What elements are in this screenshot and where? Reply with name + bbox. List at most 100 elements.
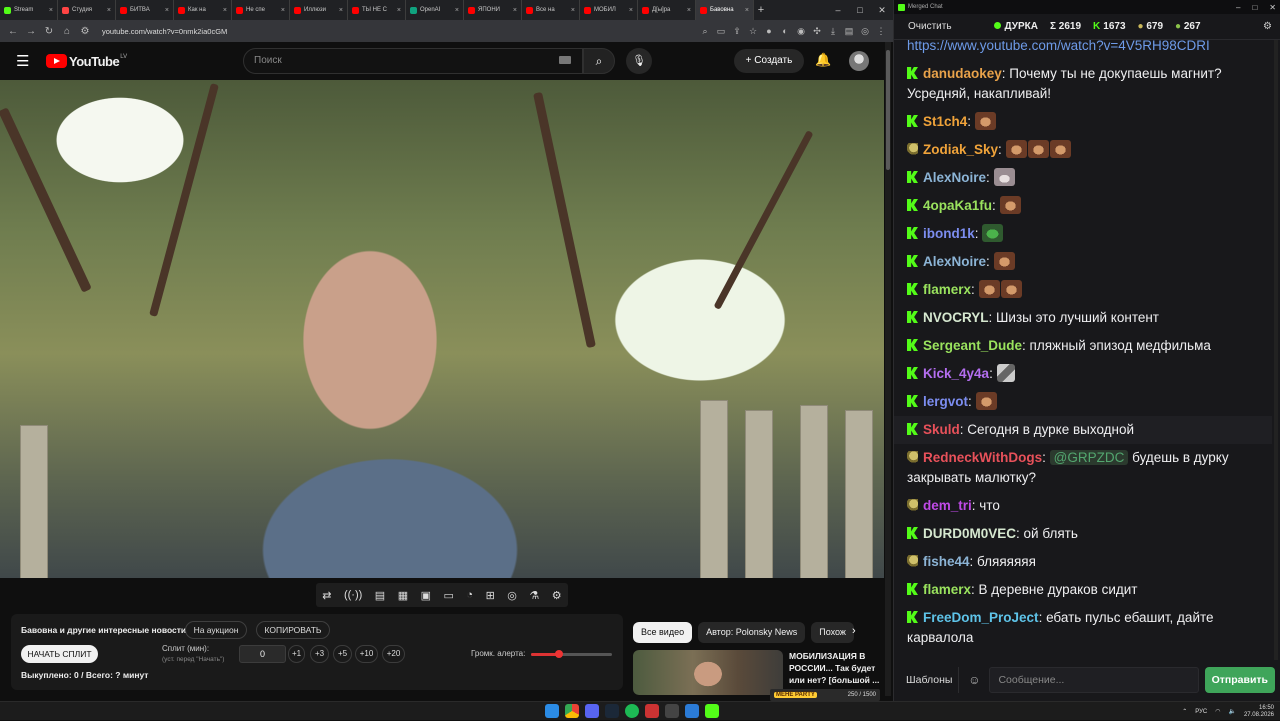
create-button[interactable]: + Создать — [734, 49, 804, 73]
emote-pepe-icon[interactable] — [982, 224, 1004, 242]
volume-icon[interactable]: 🔈 — [1228, 708, 1235, 715]
chat-message[interactable]: Kick_4y4a: — [907, 360, 1262, 388]
emote-face-icon[interactable] — [1005, 140, 1027, 158]
chat-username[interactable]: AlexNoire — [923, 170, 986, 185]
increment-button[interactable]: +3 — [310, 645, 329, 663]
chat-username[interactable]: St1ch4 — [923, 114, 967, 129]
flask-icon[interactable]: ⚗ — [529, 589, 539, 602]
tab-close-icon[interactable]: × — [453, 7, 459, 14]
browser-tab[interactable]: Как на × — [174, 0, 232, 20]
emote-face-icon[interactable] — [975, 392, 997, 410]
clip-icon[interactable]: ▦ — [398, 589, 408, 602]
chat-username[interactable]: DURD0M0VEC — [923, 526, 1016, 541]
emote-face-icon[interactable] — [1027, 140, 1049, 158]
tab-close-icon[interactable]: × — [395, 7, 401, 14]
chat-message[interactable]: flamerx: В деревне дураков сидит — [907, 576, 1262, 604]
search-input[interactable]: Поиск — [243, 48, 583, 74]
tab-close-icon[interactable]: × — [569, 7, 575, 14]
emote-face-icon[interactable] — [974, 112, 996, 130]
emote-face-icon[interactable] — [978, 280, 1000, 298]
chat-link[interactable]: https://www.youtube.com/watch?v=4V5RH98C… — [907, 38, 1210, 53]
speed-icon[interactable]: ◔ — [466, 589, 473, 601]
chat-username[interactable]: flamerx — [923, 282, 971, 297]
back-icon[interactable]: ← — [4, 26, 22, 37]
emote-cube-icon[interactable] — [996, 364, 1015, 382]
emote-face-icon[interactable] — [999, 196, 1021, 214]
kick-icon[interactable] — [705, 704, 719, 718]
page-scrollbar[interactable] — [885, 42, 891, 696]
search-button[interactable]: ⌕ — [583, 48, 615, 74]
app-icon[interactable] — [665, 704, 679, 718]
minimize-icon[interactable]: – — [827, 5, 849, 16]
chat-message[interactable]: FreeDom_ProJect: ебать пульс ебашит, дай… — [907, 604, 1262, 652]
forward-icon[interactable]: → — [22, 26, 40, 37]
chat-username[interactable]: ibond1k — [923, 226, 975, 241]
youtube-logo[interactable]: YouTube LV — [46, 54, 127, 69]
keyboard-icon[interactable] — [559, 56, 571, 64]
close-icon[interactable]: ✕ — [1269, 3, 1276, 12]
browser-tab[interactable]: Бавовна × — [696, 0, 754, 20]
start-split-button[interactable]: НАЧАТЬ СПЛИТ — [21, 645, 98, 663]
chat-message[interactable]: Sergeant_Dude: пляжный эпизод медфильма — [907, 332, 1262, 360]
maximize-icon[interactable]: □ — [849, 5, 871, 16]
settings-gear-icon[interactable]: ⚙ — [1263, 21, 1272, 32]
tab-close-icon[interactable]: × — [221, 7, 227, 14]
video-player[interactable] — [0, 80, 884, 578]
profile-icon[interactable]: ◎ — [857, 26, 873, 37]
tab-close-icon[interactable]: × — [163, 7, 169, 14]
browser-tab[interactable]: OpenAI × — [406, 0, 464, 20]
chat-username[interactable]: Kick_4y4a — [923, 366, 989, 381]
chat-username[interactable]: flamerx — [923, 582, 971, 597]
chip-all-videos[interactable]: Все видео — [633, 622, 693, 643]
download-icon[interactable]: ⤓ — [825, 26, 841, 37]
chat-username[interactable]: FreeDom_ProJect — [923, 610, 1039, 625]
steam-icon[interactable] — [605, 704, 619, 718]
chat-message[interactable]: RedneckWithDogs: @GRPZDC будешь в дурку … — [907, 444, 1262, 492]
site-info-icon[interactable]: ⚙ — [76, 26, 94, 37]
chat-message[interactable]: AlexNoire: — [907, 164, 1262, 192]
browser-tab[interactable]: Студия × — [58, 0, 116, 20]
emote-face-icon[interactable] — [1000, 280, 1022, 298]
send-button[interactable]: Отправить — [1204, 667, 1275, 693]
chrome-icon[interactable] — [565, 704, 579, 718]
chat-mention[interactable]: @GRPZDC — [1049, 450, 1129, 465]
tab-close-icon[interactable]: × — [337, 7, 343, 14]
templates-button[interactable]: Шаблоны — [900, 667, 960, 693]
tray-arrow-icon[interactable]: ⌃ — [1182, 708, 1187, 715]
share-icon[interactable]: ⇪ — [729, 26, 745, 37]
wifi-icon[interactable]: ◠ — [1215, 708, 1220, 715]
extension-icon[interactable]: ● — [761, 26, 777, 36]
home-icon[interactable]: ⌂ — [58, 26, 76, 37]
tab-close-icon[interactable]: × — [743, 7, 749, 14]
maximize-icon[interactable]: □ — [1252, 3, 1257, 12]
browser-tab[interactable]: Не спе × — [232, 0, 290, 20]
chat-username[interactable]: danudaokey — [923, 66, 1002, 81]
loop-icon[interactable]: ⇄ — [322, 589, 331, 602]
puzzle-icon[interactable]: ✣ — [809, 26, 825, 37]
close-icon[interactable]: ✕ — [871, 5, 893, 16]
chat-username[interactable]: AlexNoire — [923, 254, 986, 269]
tab-close-icon[interactable]: × — [105, 7, 111, 14]
app-icon[interactable] — [685, 704, 699, 718]
hamburger-menu-icon[interactable]: ☰ — [16, 52, 36, 70]
alert-volume-slider[interactable] — [531, 650, 612, 658]
chat-scrollbar[interactable] — [1274, 40, 1278, 660]
spotify-icon[interactable] — [625, 704, 639, 718]
chat-message[interactable]: St1ch4: — [907, 108, 1262, 136]
chat-username[interactable]: dem_tri — [923, 498, 972, 513]
clock[interactable]: 16:50 27.08.2026 — [1244, 705, 1274, 719]
increment-button[interactable]: +20 — [382, 645, 405, 663]
browser-tab[interactable]: Иллюзи × — [290, 0, 348, 20]
tab-close-icon[interactable]: × — [627, 7, 633, 14]
chat-message[interactable]: 4opaKa1fu: — [907, 192, 1262, 220]
chip-similar[interactable]: Похож — [811, 622, 854, 643]
chat-username[interactable]: NVOCRYL — [923, 310, 989, 325]
clear-button[interactable]: Очистить — [902, 21, 952, 32]
recommended-video-title[interactable]: МОБИЛИЗАЦИЯ В РОССИИ... Так будет или не… — [789, 650, 884, 686]
minimize-icon[interactable]: – — [1236, 3, 1240, 12]
chat-message[interactable]: Zodiak_Sky: — [907, 136, 1262, 164]
search-page-icon[interactable]: ⌕ — [697, 26, 713, 37]
chat-message[interactable]: lergvot: — [907, 388, 1262, 416]
url-field[interactable]: youtube.com/watch?v=0nmk2ia0cGM — [102, 27, 697, 36]
increment-button[interactable]: +5 — [333, 645, 352, 663]
